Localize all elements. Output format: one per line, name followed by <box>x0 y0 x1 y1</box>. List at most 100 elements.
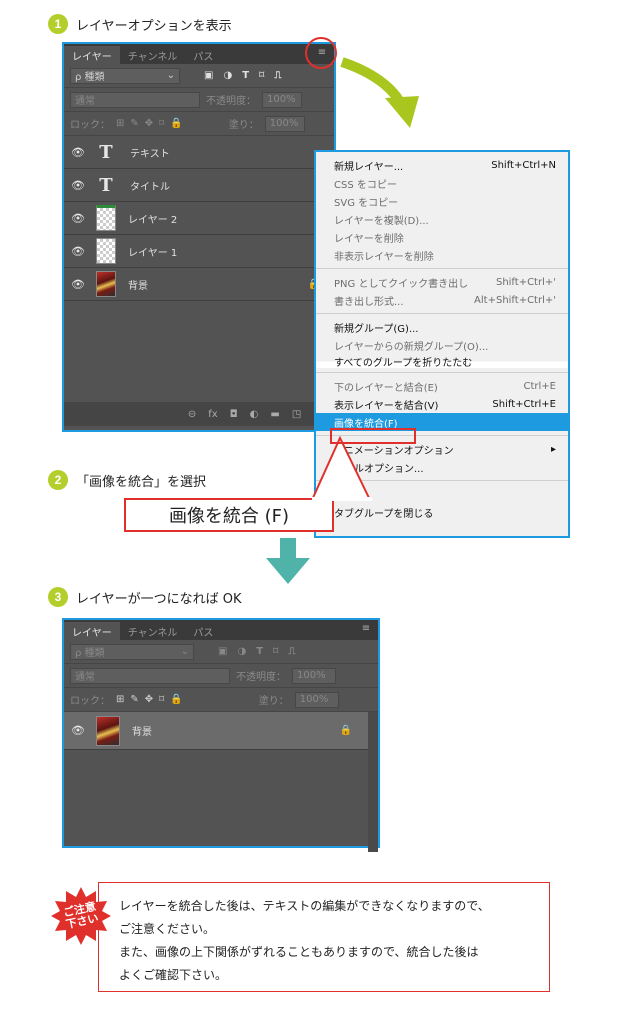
eye-icon[interactable]: 👁 <box>64 212 92 225</box>
menu-item[interactable]: レイヤーからの新規グループ(O)... <box>316 336 568 354</box>
curved-arrow-body <box>340 57 407 109</box>
lock-image-icon[interactable]: ✎ <box>130 118 138 129</box>
eye-icon[interactable]: 👁 <box>64 245 92 258</box>
link-icon[interactable]: ⊝ <box>188 409 196 420</box>
fill-field[interactable]: 100% <box>264 115 305 132</box>
layer-row[interactable]: 👁 レイヤー 1 <box>64 235 334 268</box>
lock-transparent-icon[interactable]: ⊞ <box>116 118 124 129</box>
tab-paths[interactable]: パス <box>185 622 221 640</box>
filter-label: ρ 種類 <box>75 648 105 659</box>
filter-kind-select[interactable]: ρ 種類 ⌄ <box>70 67 180 84</box>
tab-paths[interactable]: パス <box>185 46 221 64</box>
menu-item[interactable]: SVG をコピー <box>316 192 568 210</box>
menu-item[interactable]: 新規レイヤー... Shift+Ctrl+N <box>316 156 568 174</box>
layer-row[interactable]: 👁 レイヤー 2 <box>64 202 334 235</box>
mask-icon[interactable]: ◘ <box>230 409 238 420</box>
adjustment-filter-icon[interactable]: ◑ <box>223 70 232 81</box>
type-filter-icon[interactable]: T <box>242 70 249 81</box>
pixel-filter-icon[interactable]: ▣ <box>218 646 227 657</box>
lock-all-icon[interactable]: 🔒 <box>170 118 182 129</box>
lock-transparent-icon[interactable]: ⊞ <box>116 694 124 705</box>
menu-item-label: 新規グループ(G)... <box>334 323 419 335</box>
shape-filter-icon[interactable]: ⌑ <box>259 70 264 81</box>
adjustment-filter-icon[interactable]: ◑ <box>237 646 246 657</box>
layers-context-menu: 新規レイヤー... Shift+Ctrl+N CSS をコピー SVG をコピー レイヤ… <box>314 150 570 538</box>
lock-all-icon[interactable]: 🔒 <box>170 694 182 705</box>
menu-separator <box>316 313 568 314</box>
menu-item-label: レイヤーを削除 <box>334 233 404 245</box>
layers-list: 👁 T テキスト 👁 T タイトル 👁 レイヤー 2 👁 レイヤー 1 👁 背景… <box>64 136 334 402</box>
adjustment-icon[interactable]: ◐ <box>250 409 259 420</box>
eye-icon[interactable]: 👁 <box>64 179 92 192</box>
menu-item-label: レイヤーからの新規グループ(O)... <box>334 341 489 353</box>
callout-box: 画像を統合 (F) <box>124 498 334 532</box>
tab-layers[interactable]: レイヤー <box>64 622 120 640</box>
smartobject-filter-icon[interactable]: ⎍ <box>288 646 295 657</box>
lock-label: ロック： <box>70 120 110 131</box>
fill-field[interactable]: 100% <box>294 691 339 708</box>
menu-item[interactable]: レイヤーを削除 <box>316 228 568 246</box>
blend-mode-select[interactable]: 通常 <box>70 91 200 108</box>
menu-item[interactable]: PNG としてクイック書き出し Shift+Ctrl+' <box>316 273 568 291</box>
step-text: レイヤーオプションを表示 <box>76 18 232 34</box>
hamburger-icon[interactable]: ≡ <box>360 624 372 634</box>
fx-icon[interactable]: fx <box>208 409 217 420</box>
menu-item-label: SVG をコピー <box>334 197 399 209</box>
layer-row[interactable]: 👁 T テキスト <box>64 136 334 169</box>
layer-row[interactable]: 👁 背景 🔒 <box>64 268 334 301</box>
menu-item-shortcut: Alt+Shift+Ctrl+' <box>474 294 556 306</box>
shape-filter-icon[interactable]: ⌑ <box>273 646 278 657</box>
layer-name: レイヤー 1 <box>128 247 178 259</box>
note-line: よくご確認下さい。 <box>119 968 228 982</box>
note-line: ご注意ください。 <box>119 922 216 936</box>
menu-item[interactable]: 書き出し形式... Alt+Shift+Ctrl+' <box>316 291 568 309</box>
pixel-filter-icon[interactable]: ▣ <box>204 70 213 81</box>
menu-item[interactable]: 表示レイヤーを結合(V) Shift+Ctrl+E <box>316 395 568 413</box>
menu-item[interactable]: 下のレイヤーと結合(E) Ctrl+E <box>316 377 568 395</box>
fill-label: 塗り： <box>258 696 289 707</box>
menu-item-label: 新規レイヤー... <box>334 161 404 173</box>
opacity-label: 不透明度： <box>236 672 286 683</box>
tab-layers[interactable]: レイヤー <box>64 46 120 64</box>
menu-item-label: レイヤーを複製(D)... <box>334 215 429 227</box>
lock-artboard-icon[interactable]: ⌑ <box>159 694 164 705</box>
lock-position-icon[interactable]: ✥ <box>145 118 153 129</box>
eye-icon[interactable]: 👁 <box>64 146 92 159</box>
lock-position-icon[interactable]: ✥ <box>145 694 153 705</box>
menu-separator <box>316 268 568 269</box>
lock-image-icon[interactable]: ✎ <box>130 694 138 705</box>
filter-icons: ▣ ◑ T ⌑ ⎍ <box>218 646 295 657</box>
down-arrow-body <box>280 538 296 560</box>
tab-channels[interactable]: チャンネル <box>120 622 186 640</box>
scrollbar[interactable] <box>368 712 378 852</box>
menu-item[interactable]: レイヤーを複製(D)... <box>316 210 568 228</box>
eye-icon[interactable]: 👁 <box>64 724 92 737</box>
lock-row: ロック： ⊞ ✎ ✥ ⌑ 🔒 塗り： 100% <box>64 112 334 136</box>
smartobject-filter-icon[interactable]: ⎍ <box>274 70 281 81</box>
filter-kind-select[interactable]: ρ 種類 ⌄ <box>70 643 194 660</box>
menu-item-label: タブグループを閉じる <box>334 508 434 520</box>
filter-label: ρ 種類 <box>75 72 105 83</box>
lock-artboard-icon[interactable]: ⌑ <box>159 118 164 129</box>
folder-icon[interactable]: ▬ <box>270 409 279 420</box>
caution-badge: ご注意 下さい <box>50 885 112 947</box>
opacity-field[interactable]: 100% <box>262 91 302 108</box>
hamburger-icon[interactable]: ≡ <box>316 48 328 58</box>
menu-item[interactable]: パネルオプション... <box>316 458 568 476</box>
blend-mode-select[interactable]: 通常 <box>70 667 230 684</box>
eye-icon[interactable]: 👁 <box>64 278 92 291</box>
menu-separator <box>316 372 568 373</box>
panel-tabs: レイヤー チャンネル パス ≡ <box>64 620 378 640</box>
type-filter-icon[interactable]: T <box>256 646 263 657</box>
layer-row[interactable]: 👁 背景 🔒 <box>64 712 378 750</box>
new-layer-icon[interactable]: ◳ <box>292 409 301 420</box>
opacity-field[interactable]: 100% <box>292 667 336 684</box>
menu-item[interactable]: 新規グループ(G)... <box>316 318 568 336</box>
submenu-arrow-icon: ▸ <box>550 443 556 455</box>
layer-row[interactable]: 👁 T タイトル <box>64 169 334 202</box>
menu-item[interactable]: CSS をコピー <box>316 174 568 192</box>
menu-item[interactable]: 非表示レイヤーを削除 <box>316 246 568 264</box>
menu-item[interactable]: タブグループを閉じる <box>316 503 568 521</box>
menu-item[interactable]: すべてのグループを折りたたむ <box>316 354 568 368</box>
tab-channels[interactable]: チャンネル <box>120 46 186 64</box>
